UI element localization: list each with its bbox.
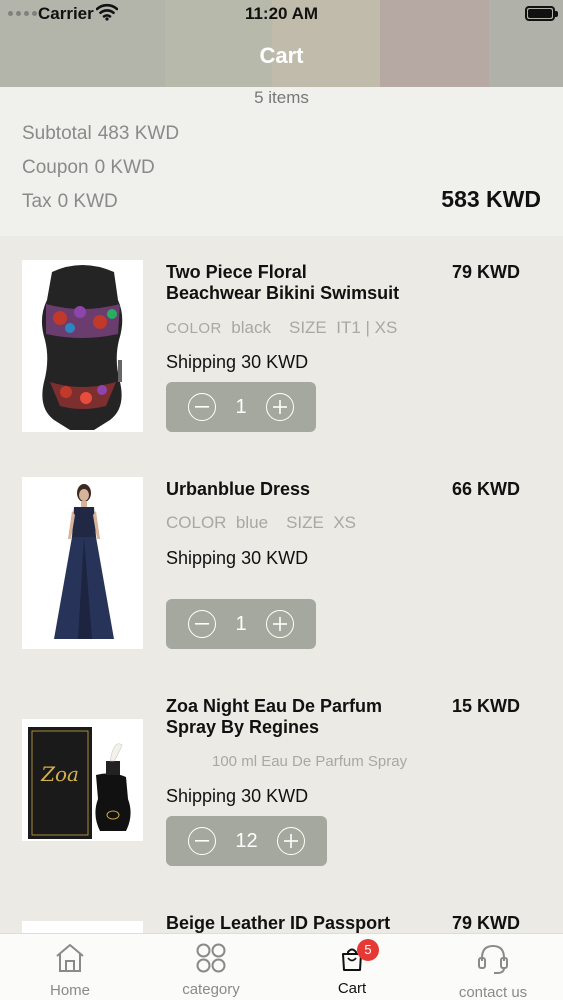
- quantity-value: 1: [235, 612, 247, 635]
- quantity-value: 12: [235, 829, 258, 852]
- subtotal-value: 483 KWD: [97, 123, 180, 144]
- cart-badge: 5: [357, 939, 379, 961]
- headset-icon: [438, 943, 548, 975]
- battery-icon: [525, 6, 558, 21]
- product-name[interactable]: Zoa Night Eau De Parfum Spray By Regines: [166, 696, 446, 738]
- size-label: SIZE: [288, 318, 327, 337]
- product-image[interactable]: [22, 921, 143, 933]
- product-price: 79 KWD: [451, 262, 520, 282]
- size-value: XS: [333, 513, 356, 532]
- page-title: Cart: [259, 43, 304, 68]
- cart-icon: [297, 946, 407, 972]
- minus-icon[interactable]: [188, 827, 216, 855]
- product-price: 15 KWD: [451, 696, 520, 716]
- quantity-stepper: 1: [166, 382, 316, 432]
- size-value: IT1 | XS: [336, 318, 398, 337]
- product-name-line: Beige Leather ID Passport: [166, 913, 391, 933]
- shipping-value: 30 KWD: [241, 352, 309, 372]
- color-value: black: [231, 318, 271, 337]
- coupon-row: Coupon 0 KWD: [22, 157, 155, 179]
- cart-summary: 5 items Subtotal 483 KWD Coupon 0 KWD Tax 0…: [0, 87, 563, 236]
- tax-row: Tax 0 KWD: [22, 191, 118, 213]
- color-label: COLOR: [166, 320, 222, 337]
- tab-contact[interactable]: contact us: [438, 934, 548, 1000]
- shipping-info: Shipping 30 KWD: [166, 548, 308, 569]
- minus-icon[interactable]: [188, 393, 216, 421]
- color-label: COLOR: [166, 513, 227, 532]
- size-label: SIZE: [286, 513, 324, 532]
- plus-icon[interactable]: [277, 827, 305, 855]
- tab-cart[interactable]: 5 Cart: [297, 934, 407, 1000]
- tab-home-label: Home: [49, 982, 90, 999]
- product-price: 66 KWD: [451, 479, 520, 499]
- product-name[interactable]: Two Piece Floral Beachwear Bikini Swimsu…: [166, 262, 436, 304]
- items-count: 5 items: [254, 88, 309, 107]
- cart-total: 583 KWD: [441, 186, 541, 212]
- product-name-line: Two Piece Floral: [166, 262, 307, 282]
- product-image[interactable]: Zoa: [22, 719, 143, 841]
- product-attributes: COLOR black SIZE IT1 | XS: [166, 318, 397, 338]
- home-icon: [15, 943, 125, 973]
- quantity-stepper: 12: [166, 816, 327, 866]
- subtotal-label: Subtotal: [22, 123, 92, 144]
- shipping-label: Shipping: [166, 786, 237, 806]
- shipping-label: Shipping: [166, 548, 237, 568]
- header: Carrier 11:20 AM Cart: [0, 0, 563, 87]
- product-name-line: Zoa Night Eau De Parfum: [166, 696, 383, 716]
- product-variant: 100 ml Eau De Parfum Spray: [212, 753, 408, 770]
- color-value: blue: [235, 513, 269, 532]
- grid-icon: [156, 943, 266, 973]
- plus-icon[interactable]: [266, 393, 294, 421]
- shipping-info: Shipping 30 KWD: [166, 352, 308, 373]
- coupon-value: 0 KWD: [94, 157, 155, 178]
- shipping-value: 30 KWD: [241, 786, 309, 806]
- status-time: 11:20 AM: [244, 4, 319, 23]
- status-bar: Carrier 11:20 AM: [0, 0, 563, 28]
- product-name-line: Beachwear Bikini Swimsuit: [166, 283, 400, 303]
- tax-value: 0 KWD: [57, 191, 118, 212]
- shipping-value: 30 KWD: [241, 548, 309, 568]
- plus-icon[interactable]: [266, 610, 294, 638]
- quantity-stepper: 1: [166, 599, 316, 649]
- product-name[interactable]: Beige Leather ID Passport: [166, 913, 446, 934]
- quantity-value: 1: [235, 395, 247, 418]
- tax-label: Tax: [22, 191, 52, 212]
- subtotal-row: Subtotal 483 KWD: [22, 123, 179, 145]
- product-name-line: Spray By Regines: [166, 717, 320, 737]
- product-name-line: Urbanblue Dress: [166, 479, 311, 499]
- product-image[interactable]: [22, 260, 143, 432]
- coupon-label: Coupon: [22, 157, 89, 178]
- tab-category[interactable]: category: [156, 934, 266, 1000]
- product-price: 79 KWD: [451, 913, 520, 933]
- product-name[interactable]: Urbanblue Dress: [166, 479, 436, 500]
- minus-icon[interactable]: [188, 610, 216, 638]
- tab-bar: Home category 5 Cart contact us: [0, 933, 563, 1000]
- shipping-label: Shipping: [166, 352, 237, 372]
- tab-category-label: category: [182, 981, 240, 998]
- product-attributes: COLOR blue SIZE XS: [166, 513, 356, 533]
- tab-home[interactable]: Home: [15, 934, 125, 1000]
- tab-contact-label: contact us: [458, 984, 528, 1000]
- tab-cart-label: Cart: [337, 980, 367, 997]
- product-image[interactable]: [22, 477, 143, 649]
- shipping-info: Shipping 30 KWD: [166, 786, 308, 807]
- package-brand-text: Zoa: [40, 762, 79, 786]
